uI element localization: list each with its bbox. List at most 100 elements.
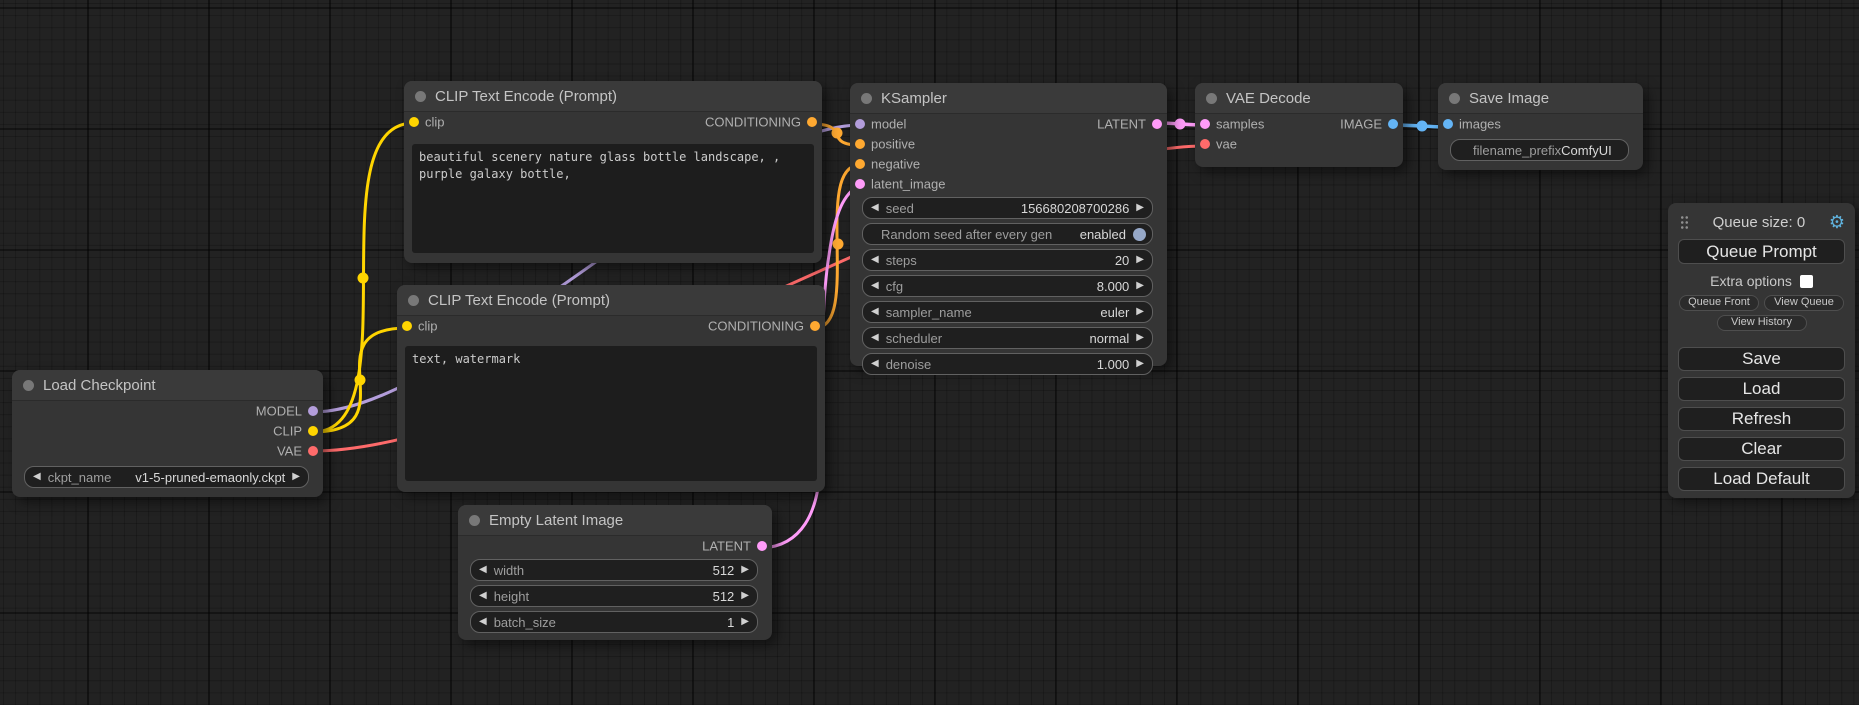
widget-batch-size[interactable]: ◀ batch_size 1 ▶	[470, 611, 758, 633]
node-clip-text-encode-negative[interactable]: CLIP Text Encode (Prompt) clip CONDITION…	[397, 285, 825, 492]
node-graph-canvas[interactable]: Load Checkpoint MODEL CLIP VAE ◀ ckpt_na…	[0, 0, 1859, 705]
extra-options-checkbox[interactable]	[1800, 275, 1813, 288]
slot-row: latent_image	[850, 174, 1167, 194]
node-empty-latent-image[interactable]: Empty Latent Image LATENT ◀ width 512 ▶ …	[458, 505, 772, 640]
decrement-arrow-icon[interactable]: ◀	[871, 359, 879, 369]
widget-scheduler[interactable]: ◀ scheduler normal ▶	[862, 327, 1153, 349]
input-dot-vae[interactable]	[1200, 139, 1210, 149]
increment-arrow-icon[interactable]: ▶	[741, 565, 749, 575]
decrement-arrow-icon[interactable]: ◀	[33, 472, 41, 482]
node-title: CLIP Text Encode (Prompt)	[428, 292, 610, 309]
load-button[interactable]: Load	[1678, 377, 1845, 401]
node-header[interactable]: CLIP Text Encode (Prompt)	[397, 285, 825, 316]
slot-row: samples IMAGE	[1195, 114, 1403, 134]
output-dot-latent[interactable]	[757, 541, 767, 551]
widget-steps[interactable]: ◀ steps 20 ▶	[862, 249, 1153, 271]
load-default-button[interactable]: Load Default	[1678, 467, 1845, 491]
increment-arrow-icon[interactable]: ▶	[1136, 333, 1144, 343]
node-clip-text-encode-positive[interactable]: CLIP Text Encode (Prompt) clip CONDITION…	[404, 81, 822, 263]
input-dot-samples[interactable]	[1200, 119, 1210, 129]
widget-cfg[interactable]: ◀ cfg 8.000 ▶	[862, 275, 1153, 297]
node-header[interactable]: KSampler	[850, 83, 1167, 114]
collapse-dot-icon[interactable]	[408, 295, 419, 306]
node-save-image[interactable]: Save Image images filename_prefix ComfyU…	[1438, 83, 1643, 170]
decrement-arrow-icon[interactable]: ◀	[871, 255, 879, 265]
queue-prompt-button[interactable]: Queue Prompt	[1678, 239, 1845, 264]
input-dot-model[interactable]	[855, 119, 865, 129]
collapse-dot-icon[interactable]	[1206, 93, 1217, 104]
increment-arrow-icon[interactable]: ▶	[741, 591, 749, 601]
node-header[interactable]: Empty Latent Image	[458, 505, 772, 536]
increment-arrow-icon[interactable]: ▶	[1136, 203, 1144, 213]
node-ksampler[interactable]: KSampler model LATENT positive negative …	[850, 83, 1167, 366]
collapse-dot-icon[interactable]	[415, 91, 426, 102]
widget-denoise[interactable]: ◀ denoise 1.000 ▶	[862, 353, 1153, 375]
node-title: CLIP Text Encode (Prompt)	[435, 88, 617, 105]
link-midpoint-dot	[832, 128, 843, 139]
output-dot-clip[interactable]	[308, 426, 318, 436]
view-history-button[interactable]: View History	[1717, 315, 1807, 331]
settings-gear-icon[interactable]: ⚙	[1829, 213, 1845, 231]
decrement-arrow-icon[interactable]: ◀	[871, 281, 879, 291]
collapse-dot-icon[interactable]	[469, 515, 480, 526]
output-dot-vae[interactable]	[308, 446, 318, 456]
output-dot-latent[interactable]	[1152, 119, 1162, 129]
decrement-arrow-icon[interactable]: ◀	[871, 333, 879, 343]
increment-arrow-icon[interactable]: ▶	[292, 472, 300, 482]
node-title: Save Image	[1469, 90, 1549, 107]
node-header[interactable]: Save Image	[1438, 83, 1643, 114]
increment-arrow-icon[interactable]: ▶	[1136, 255, 1144, 265]
node-header[interactable]: VAE Decode	[1195, 83, 1403, 114]
prompt-textarea[interactable]: beautiful scenery nature glass bottle la…	[412, 144, 814, 253]
output-dot-image[interactable]	[1388, 119, 1398, 129]
node-header[interactable]: Load Checkpoint	[12, 370, 323, 401]
clear-button[interactable]: Clear	[1678, 437, 1845, 461]
decrement-arrow-icon[interactable]: ◀	[871, 203, 879, 213]
collapse-dot-icon[interactable]	[23, 380, 34, 391]
link-midpoint-dot	[1175, 119, 1186, 130]
toggle-knob-icon[interactable]	[1133, 228, 1146, 241]
node-load-checkpoint[interactable]: Load Checkpoint MODEL CLIP VAE ◀ ckpt_na…	[12, 370, 323, 497]
node-header[interactable]: CLIP Text Encode (Prompt)	[404, 81, 822, 112]
refresh-button[interactable]: Refresh	[1678, 407, 1845, 431]
widget-filename-prefix[interactable]: filename_prefix ComfyUI	[1450, 139, 1629, 161]
input-dot-clip[interactable]	[409, 117, 419, 127]
link-midpoint-dot	[358, 273, 369, 284]
widget-width[interactable]: ◀ width 512 ▶	[470, 559, 758, 581]
output-dot-conditioning[interactable]	[807, 117, 817, 127]
input-dot-positive[interactable]	[855, 139, 865, 149]
output-slot-model: MODEL	[12, 401, 323, 421]
node-title: KSampler	[881, 90, 947, 107]
increment-arrow-icon[interactable]: ▶	[741, 617, 749, 627]
slot-row: LATENT	[458, 536, 772, 556]
decrement-arrow-icon[interactable]: ◀	[479, 565, 487, 575]
output-slot-vae: VAE	[12, 441, 323, 461]
increment-arrow-icon[interactable]: ▶	[1136, 359, 1144, 369]
output-slot-clip: CLIP	[12, 421, 323, 441]
increment-arrow-icon[interactable]: ▶	[1136, 281, 1144, 291]
output-dot-conditioning[interactable]	[810, 321, 820, 331]
increment-arrow-icon[interactable]: ▶	[1136, 307, 1144, 317]
view-queue-button[interactable]: View Queue	[1764, 295, 1844, 311]
widget-ckpt-name[interactable]: ◀ ckpt_name v1-5-pruned-emaonly.ckpt ▶	[24, 466, 309, 488]
widget-seed[interactable]: ◀ seed 156680208700286 ▶	[862, 197, 1153, 219]
output-dot-model[interactable]	[308, 406, 318, 416]
input-dot-clip[interactable]	[402, 321, 412, 331]
node-vae-decode[interactable]: VAE Decode samples IMAGE vae	[1195, 83, 1403, 167]
collapse-dot-icon[interactable]	[1449, 93, 1460, 104]
widget-random-seed[interactable]: Random seed after every gen enabled	[862, 223, 1153, 245]
collapse-dot-icon[interactable]	[861, 93, 872, 104]
prompt-textarea[interactable]: text, watermark	[405, 346, 817, 481]
decrement-arrow-icon[interactable]: ◀	[479, 591, 487, 601]
slot-row: negative	[850, 154, 1167, 174]
drag-handle-icon[interactable]	[1680, 215, 1689, 230]
queue-front-button[interactable]: Queue Front	[1679, 295, 1759, 311]
save-button[interactable]: Save	[1678, 347, 1845, 371]
widget-sampler-name[interactable]: ◀ sampler_name euler ▶	[862, 301, 1153, 323]
input-dot-images[interactable]	[1443, 119, 1453, 129]
input-dot-latent-image[interactable]	[855, 179, 865, 189]
widget-height[interactable]: ◀ height 512 ▶	[470, 585, 758, 607]
decrement-arrow-icon[interactable]: ◀	[479, 617, 487, 627]
decrement-arrow-icon[interactable]: ◀	[871, 307, 879, 317]
input-dot-negative[interactable]	[855, 159, 865, 169]
